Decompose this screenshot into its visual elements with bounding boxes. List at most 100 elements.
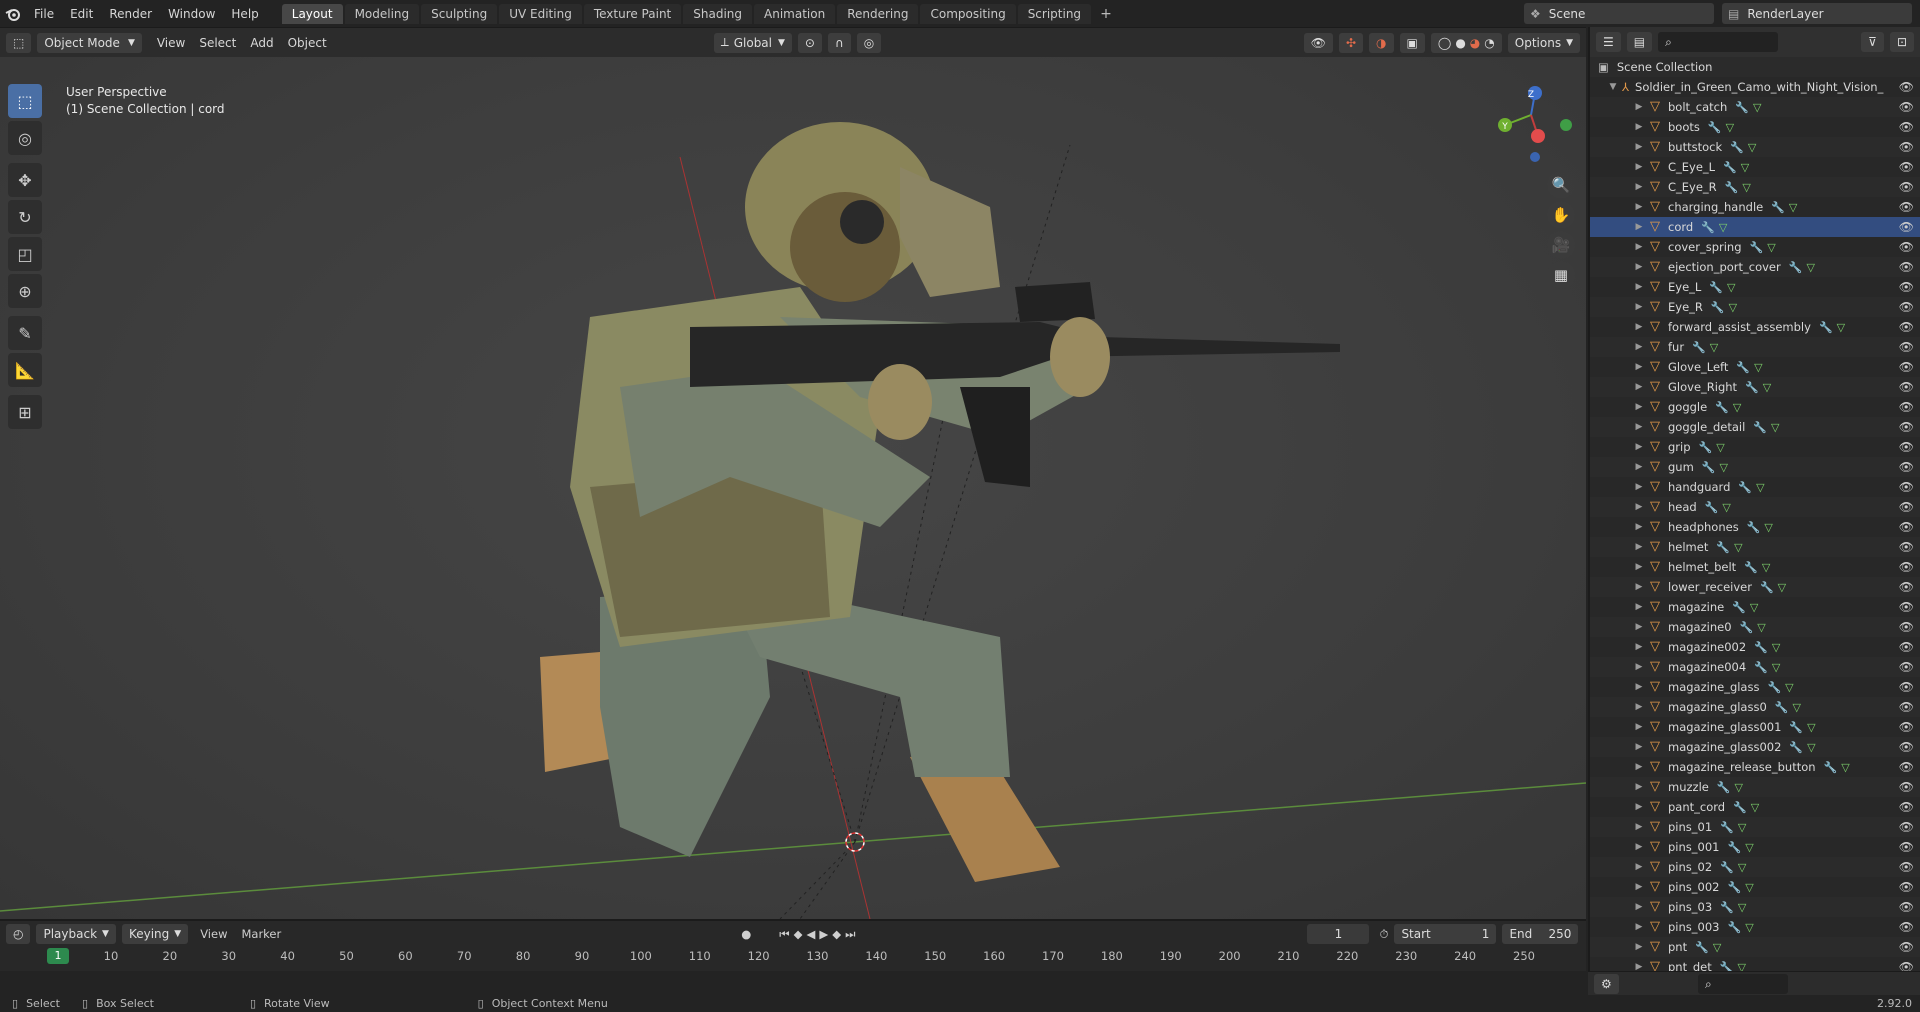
navigation-gizmo[interactable]: Z Y bbox=[1498, 86, 1572, 162]
eye-icon[interactable]: 👁 bbox=[1899, 220, 1914, 234]
3d-viewport[interactable]: Z Y User Perspective (1) Scene Collectio… bbox=[0, 57, 1586, 919]
mesh-data-icon[interactable]: ▽ bbox=[1750, 601, 1758, 614]
transform-tool[interactable]: ⊕ bbox=[8, 274, 42, 308]
stopwatch-icon[interactable]: ⏱ bbox=[1379, 927, 1388, 942]
mesh-data-icon[interactable]: ▽ bbox=[1807, 741, 1815, 754]
outliner-item[interactable]: ▶ ▽ goggle 🔧 ▽ 👁 bbox=[1590, 397, 1920, 417]
mesh-data-icon[interactable]: ▽ bbox=[1764, 521, 1772, 534]
modifier-wrench-icon[interactable]: 🔧 bbox=[1699, 441, 1713, 454]
mesh-data-icon[interactable]: ▽ bbox=[1745, 841, 1753, 854]
tab-sculpting[interactable]: Sculpting bbox=[421, 3, 498, 24]
mesh-data-icon[interactable]: ▽ bbox=[1733, 401, 1741, 414]
outliner-item[interactable]: ▶ ▽ gum 🔧 ▽ 👁 bbox=[1590, 457, 1920, 477]
zoom-button[interactable]: 🔍 bbox=[1547, 171, 1575, 199]
object-mode-dropdown[interactable]: Object Mode ▼ bbox=[37, 32, 142, 53]
modifier-wrench-icon[interactable]: 🔧 bbox=[1717, 781, 1731, 794]
outliner-item[interactable]: ▶ ▽ pins_001 🔧 ▽ 👁 bbox=[1590, 837, 1920, 857]
measure-tool[interactable]: 📐 bbox=[8, 353, 42, 387]
modifier-wrench-icon[interactable]: 🔧 bbox=[1736, 361, 1750, 374]
mesh-data-icon[interactable]: ▽ bbox=[1785, 681, 1793, 694]
outliner-item[interactable]: ▶ ▽ buttstock 🔧 ▽ 👁 bbox=[1590, 137, 1920, 157]
modifier-wrench-icon[interactable]: 🔧 bbox=[1727, 921, 1741, 934]
expand-arrow-icon[interactable]: ▶ bbox=[1634, 702, 1644, 712]
mesh-data-icon[interactable]: ▽ bbox=[1751, 801, 1759, 814]
expand-arrow-icon[interactable]: ▶ bbox=[1634, 422, 1644, 432]
outliner-item[interactable]: ▶ ▽ goggle_detail 🔧 ▽ 👁 bbox=[1590, 417, 1920, 437]
outliner-item[interactable]: ▶ ▽ Glove_Right 🔧 ▽ 👁 bbox=[1590, 377, 1920, 397]
expand-arrow-icon[interactable]: ▶ bbox=[1634, 962, 1644, 971]
overlay-button[interactable]: ◑ bbox=[1369, 32, 1394, 53]
eye-icon[interactable]: 👁 bbox=[1899, 900, 1914, 914]
modifier-wrench-icon[interactable]: 🔧 bbox=[1727, 881, 1741, 894]
jump-end-icon[interactable]: ⏭ bbox=[845, 927, 855, 942]
play-icon[interactable]: ▶ bbox=[819, 927, 828, 942]
eye-icon[interactable]: 👁 bbox=[1899, 540, 1914, 554]
eye-icon[interactable]: 👁 bbox=[1899, 680, 1914, 694]
outliner-item[interactable]: ▶ ▽ handguard 🔧 ▽ 👁 bbox=[1590, 477, 1920, 497]
cursor-tool[interactable]: ◎ bbox=[8, 121, 42, 155]
tab-animation[interactable]: Animation bbox=[754, 3, 836, 24]
expand-arrow-icon[interactable]: ▶ bbox=[1634, 122, 1644, 132]
outliner-item[interactable]: ▶ ▽ pins_002 🔧 ▽ 👁 bbox=[1590, 877, 1920, 897]
eye-icon[interactable]: 👁 bbox=[1899, 520, 1914, 534]
mesh-data-icon[interactable]: ▽ bbox=[1738, 821, 1746, 834]
tab-shading[interactable]: Shading bbox=[683, 3, 752, 24]
expand-arrow-icon[interactable]: ▶ bbox=[1634, 642, 1644, 652]
expand-arrow-icon[interactable]: ▶ bbox=[1634, 682, 1644, 692]
move-tool[interactable]: ✥ bbox=[8, 163, 42, 197]
expand-arrow-icon[interactable]: ▶ bbox=[1634, 482, 1644, 492]
eye-icon[interactable]: 👁 bbox=[1899, 860, 1914, 874]
scene-selector[interactable]: ❖ Scene bbox=[1524, 3, 1714, 24]
snap-button[interactable]: ∩ bbox=[827, 32, 851, 53]
outliner-item[interactable]: ▶ ▽ magazine002 🔧 ▽ 👁 bbox=[1590, 637, 1920, 657]
mesh-data-icon[interactable]: ▽ bbox=[1756, 481, 1764, 494]
modifier-wrench-icon[interactable]: 🔧 bbox=[1745, 381, 1759, 394]
menu-window[interactable]: Window bbox=[160, 7, 223, 21]
editor-type-button[interactable]: ⬚ bbox=[6, 32, 32, 53]
expand-arrow-icon[interactable]: ▶ bbox=[1634, 622, 1644, 632]
outliner-item[interactable]: ▶ ▽ ejection_port_cover 🔧 ▽ 👁 bbox=[1590, 257, 1920, 277]
modifier-wrench-icon[interactable]: 🔧 bbox=[1727, 841, 1741, 854]
mesh-data-icon[interactable]: ▽ bbox=[1742, 181, 1750, 194]
eye-icon[interactable]: 👁 bbox=[1899, 760, 1914, 774]
eye-icon[interactable]: 👁 bbox=[1899, 120, 1914, 134]
modifier-wrench-icon[interactable]: 🔧 bbox=[1824, 761, 1838, 774]
outliner-item[interactable]: ▶ ▽ helmet_belt 🔧 ▽ 👁 bbox=[1590, 557, 1920, 577]
eye-icon[interactable]: 👁 bbox=[1899, 800, 1914, 814]
eye-icon[interactable]: 👁 bbox=[1899, 420, 1914, 434]
soldier-model[interactable] bbox=[540, 122, 1340, 882]
eye-icon[interactable]: 👁 bbox=[1899, 700, 1914, 714]
mesh-data-icon[interactable]: ▽ bbox=[1754, 361, 1762, 374]
eye-icon[interactable]: 👁 bbox=[1899, 440, 1914, 454]
modifier-wrench-icon[interactable]: 🔧 bbox=[1775, 701, 1789, 714]
modifier-wrench-icon[interactable]: 🔧 bbox=[1711, 301, 1725, 314]
expand-arrow-icon[interactable]: ▶ bbox=[1634, 922, 1644, 932]
eye-icon[interactable]: 👁 bbox=[1899, 920, 1914, 934]
outliner-item[interactable]: ▶ ▽ magazine 🔧 ▽ 👁 bbox=[1590, 597, 1920, 617]
modifier-wrench-icon[interactable]: 🔧 bbox=[1733, 801, 1747, 814]
mesh-data-icon[interactable]: ▽ bbox=[1741, 161, 1749, 174]
tab-texture-paint[interactable]: Texture Paint bbox=[583, 3, 682, 24]
tab-scripting[interactable]: Scripting bbox=[1017, 3, 1092, 24]
eye-icon[interactable]: 👁 bbox=[1899, 180, 1914, 194]
mesh-data-icon[interactable]: ▽ bbox=[1757, 621, 1765, 634]
record-icon[interactable]: ● bbox=[741, 927, 751, 942]
outliner-item[interactable]: ▶ ▽ cord 🔧 ▽ 👁 bbox=[1590, 217, 1920, 237]
eye-icon[interactable]: 👁 bbox=[1899, 380, 1914, 394]
expand-arrow-icon[interactable]: ▶ bbox=[1634, 102, 1644, 112]
add-workspace-button[interactable]: + bbox=[1092, 6, 1120, 22]
eye-icon[interactable]: 👁 bbox=[1899, 660, 1914, 674]
end-frame-field[interactable]: End 250 bbox=[1502, 924, 1579, 944]
frame-ruler[interactable]: 10 20 30 40 50 60 70 80 90 100 110 120 130 140 150 160 1… bbox=[0, 949, 1586, 967]
expand-arrow-icon[interactable]: ▶ bbox=[1634, 902, 1644, 912]
modifier-wrench-icon[interactable]: 🔧 bbox=[1723, 161, 1737, 174]
expand-arrow-icon[interactable]: ▶ bbox=[1634, 602, 1644, 612]
outliner-item[interactable]: ▶ ▽ forward_assist_assembly 🔧 ▽ 👁 bbox=[1590, 317, 1920, 337]
modifier-wrench-icon[interactable]: 🔧 bbox=[1695, 941, 1709, 954]
expand-arrow-icon[interactable]: ▶ bbox=[1634, 942, 1644, 952]
tab-rendering[interactable]: Rendering bbox=[837, 3, 919, 24]
eye-icon[interactable]: 👁 bbox=[1899, 560, 1914, 574]
modifier-wrench-icon[interactable]: 🔧 bbox=[1720, 901, 1734, 914]
outliner-editor-type[interactable]: ☰ bbox=[1596, 32, 1621, 52]
expand-arrow-icon[interactable]: ▶ bbox=[1634, 262, 1644, 272]
